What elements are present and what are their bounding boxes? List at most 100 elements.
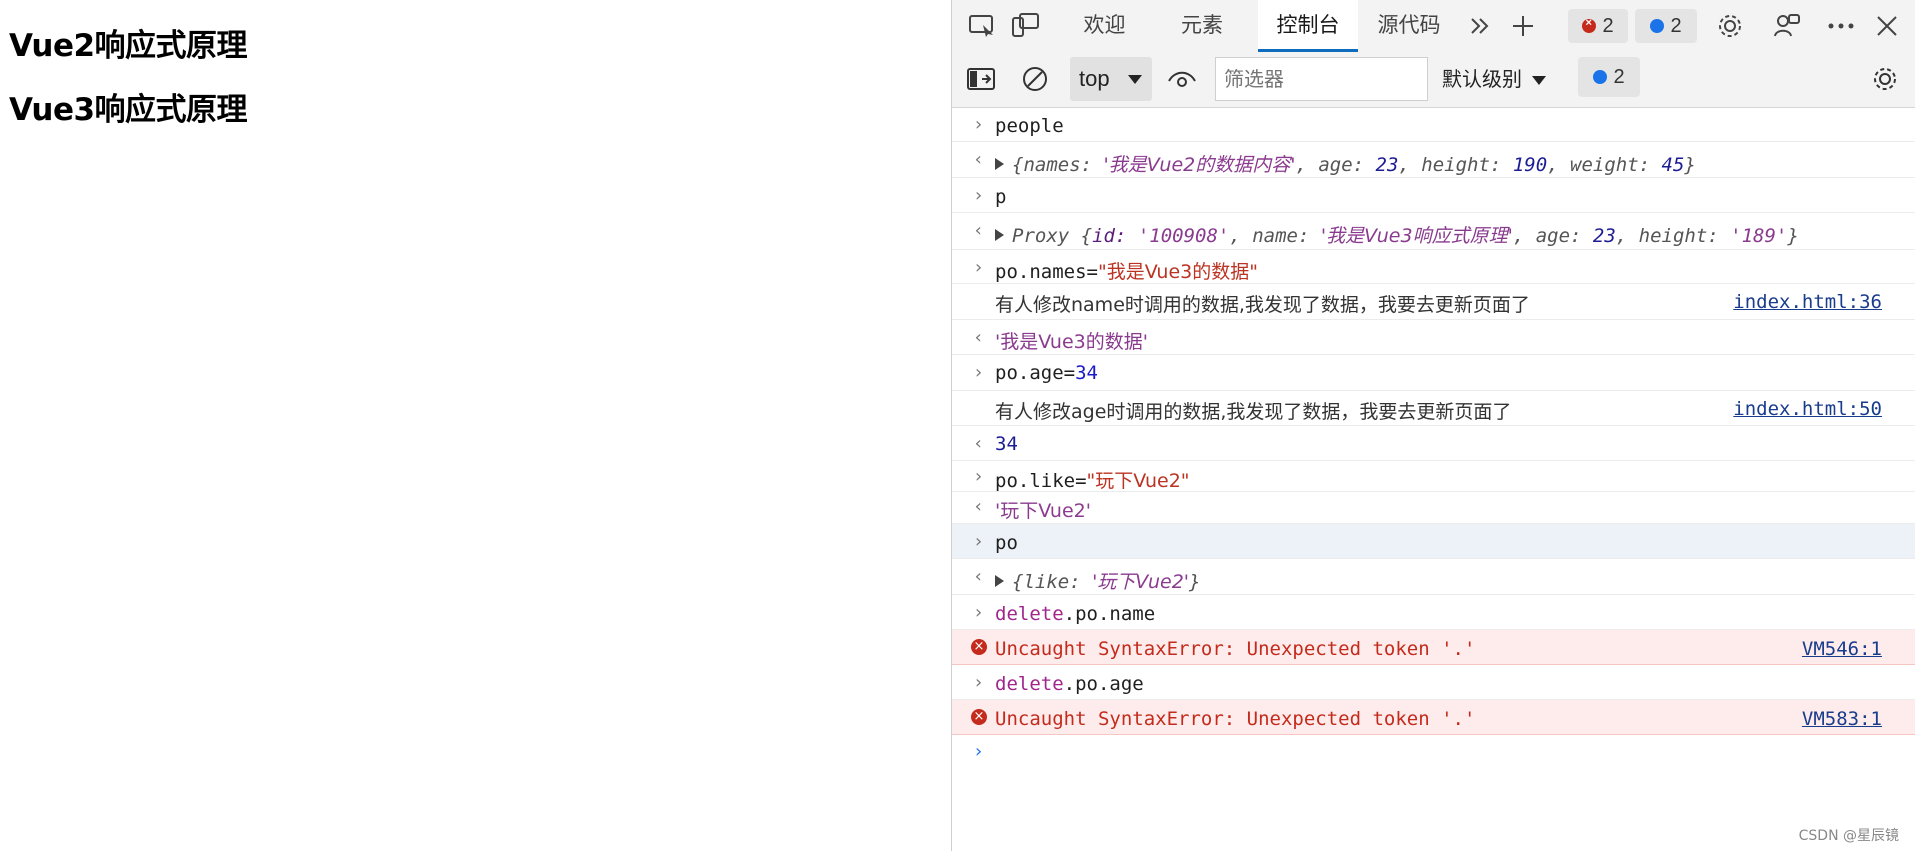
log-message: 有人修改age时调用的数据,我发现了数据，我要去更新页面了 — [995, 401, 1512, 423]
console-error-row: × Uncaught SyntaxError: Unexpected token… — [952, 700, 1915, 735]
tab-console[interactable]: 控制台 — [1258, 0, 1358, 52]
source-link[interactable]: index.html:36 — [1733, 291, 1882, 313]
result-value: '我是Vue3的数据' — [995, 331, 1148, 353]
error-count: 2 — [1602, 14, 1614, 37]
console-input-row: › po.age=34 — [952, 355, 1915, 391]
console-result-row[interactable]: ‹ {names: '我是Vue2的数据内容', age: 23, height… — [952, 142, 1915, 178]
console-prompt[interactable]: › — [952, 735, 1915, 771]
console-command: people — [995, 115, 1064, 137]
chevron-right-icon: › — [973, 672, 984, 693]
console-command: delete.po.name — [995, 603, 1156, 625]
chevron-right-icon: › — [973, 362, 984, 383]
log-level-dropdown[interactable]: 默认级别 — [1442, 57, 1546, 101]
console-input-row: › delete.po.age — [952, 665, 1915, 700]
console-result-row: ‹ '玩下Vue2' — [952, 492, 1915, 524]
tab-sources[interactable]: 源代码 — [1364, 0, 1454, 51]
message-icon — [1650, 19, 1665, 33]
source-link[interactable]: VM583:1 — [1802, 708, 1882, 730]
console-messages[interactable]: › people ‹ {names: '我是Vue2的数据内容', age: 2… — [952, 107, 1915, 771]
chevron-left-icon: ‹ — [973, 566, 984, 587]
error-message: Uncaught SyntaxError: Unexpected token '… — [995, 708, 1476, 730]
chevron-right-icon: › — [973, 114, 984, 135]
watermark: CSDN @星辰镜 — [1798, 828, 1899, 844]
tab-welcome[interactable]: 欢迎 — [1062, 0, 1147, 51]
heading-vue3: Vue3响应式原理 — [9, 92, 248, 128]
devtools-panel: 欢迎 元素 控制台 源代码 2 2 — [951, 0, 1915, 851]
more-options-icon[interactable] — [1826, 12, 1856, 40]
devtools-tabbar: 欢迎 元素 控制台 源代码 2 2 — [952, 0, 1915, 53]
console-command: delete.po.age — [995, 673, 1144, 695]
console-command: po.names="我是Vue3的数据" — [995, 261, 1258, 283]
chevron-right-icon: › — [973, 531, 984, 552]
source-link[interactable]: VM546:1 — [1802, 638, 1882, 660]
device-emulation-icon[interactable] — [1011, 12, 1041, 40]
heading-vue2: Vue2响应式原理 — [9, 28, 248, 64]
console-input-row: › p — [952, 178, 1915, 213]
chevron-right-icon: › — [973, 466, 984, 487]
result-value: 34 — [995, 433, 1018, 455]
log-message: 有人修改name时调用的数据,我发现了数据，我要去更新页面了 — [995, 294, 1530, 316]
console-command: po.age=34 — [995, 362, 1098, 384]
console-command: p — [995, 186, 1007, 208]
error-count-badge[interactable]: 2 — [1568, 9, 1628, 43]
page-viewport: Vue2响应式原理 Vue3响应式原理 — [0, 0, 951, 851]
console-input-row: › delete.po.name — [952, 595, 1915, 630]
source-link[interactable]: index.html:50 — [1733, 398, 1882, 420]
console-settings-gear-icon[interactable] — [1870, 65, 1900, 93]
clear-console-icon[interactable] — [1020, 65, 1050, 93]
error-icon — [1582, 17, 1597, 33]
console-error-row: × Uncaught SyntaxError: Unexpected token… — [952, 630, 1915, 665]
context-selector-value: top — [1079, 66, 1110, 91]
close-icon[interactable] — [1872, 12, 1902, 40]
error-message: Uncaught SyntaxError: Unexpected token '… — [995, 638, 1476, 660]
chevron-down-icon — [1532, 76, 1546, 85]
error-icon: × — [971, 709, 987, 725]
result-value: '玩下Vue2' — [995, 500, 1091, 522]
chevron-right-icon: › — [973, 257, 984, 278]
live-expression-eye-icon[interactable] — [1167, 65, 1197, 93]
console-toolbar: top 默认级别 2 — [952, 52, 1915, 108]
console-command: po — [995, 532, 1018, 554]
expand-triangle-icon[interactable] — [995, 228, 1004, 241]
settings-gear-icon[interactable] — [1715, 12, 1745, 40]
error-icon: × — [971, 639, 987, 655]
log-level-value: 默认级别 — [1442, 67, 1522, 91]
console-result-row[interactable]: ‹ Proxy {id: '100908', name: '我是Vue3响应式原… — [952, 213, 1915, 250]
more-tabs-icon[interactable] — [1465, 12, 1495, 40]
expand-triangle-icon[interactable] — [995, 157, 1004, 170]
console-log-row: 有人修改name时调用的数据,我发现了数据，我要去更新页面了 index.htm… — [952, 284, 1915, 320]
tab-elements[interactable]: 元素 — [1157, 0, 1247, 51]
chevron-right-icon: › — [973, 602, 984, 623]
message-count: 2 — [1670, 14, 1682, 37]
console-input-row: › people — [952, 107, 1915, 142]
filter-input[interactable] — [1215, 57, 1428, 101]
chevron-left-icon: ‹ — [973, 327, 984, 348]
message-icon — [1593, 70, 1608, 84]
console-log-row: 有人修改age时调用的数据,我发现了数据，我要去更新页面了 index.html… — [952, 391, 1915, 426]
console-input-row: › po.like="玩下Vue2" — [952, 461, 1915, 492]
message-count-badge[interactable]: 2 — [1635, 9, 1697, 43]
console-command: po.like="玩下Vue2" — [995, 470, 1190, 492]
issues-badge[interactable]: 2 — [1578, 57, 1640, 97]
console-result-row: ‹ 34 — [952, 426, 1915, 461]
console-input-row: › po — [952, 524, 1915, 559]
feedback-icon[interactable] — [1772, 12, 1802, 40]
console-result-row: ‹ '我是Vue3的数据' — [952, 320, 1915, 355]
prompt-chevron-icon: › — [973, 741, 984, 762]
chevron-right-icon: › — [973, 185, 984, 206]
add-tab-icon[interactable] — [1508, 12, 1538, 40]
issue-count: 2 — [1613, 65, 1625, 88]
inspect-icon[interactable] — [968, 12, 998, 40]
chevron-down-icon — [1128, 75, 1142, 84]
context-selector[interactable]: top — [1070, 57, 1152, 101]
sidebar-toggle-icon[interactable] — [967, 65, 997, 93]
object-preview[interactable]: {like: '玩下Vue2'} — [995, 567, 1200, 594]
expand-triangle-icon[interactable] — [995, 574, 1004, 587]
console-result-row[interactable]: ‹ {like: '玩下Vue2'} — [952, 559, 1915, 595]
chevron-left-icon: ‹ — [973, 149, 984, 170]
object-preview[interactable]: {names: '我是Vue2的数据内容', age: 23, height: … — [995, 150, 1696, 177]
chevron-left-icon: ‹ — [973, 433, 984, 454]
chevron-left-icon: ‹ — [973, 496, 984, 517]
console-input-row: › po.names="我是Vue3的数据" — [952, 250, 1915, 284]
proxy-preview[interactable]: Proxy {id: '100908', name: '我是Vue3响应式原理'… — [995, 221, 1799, 248]
